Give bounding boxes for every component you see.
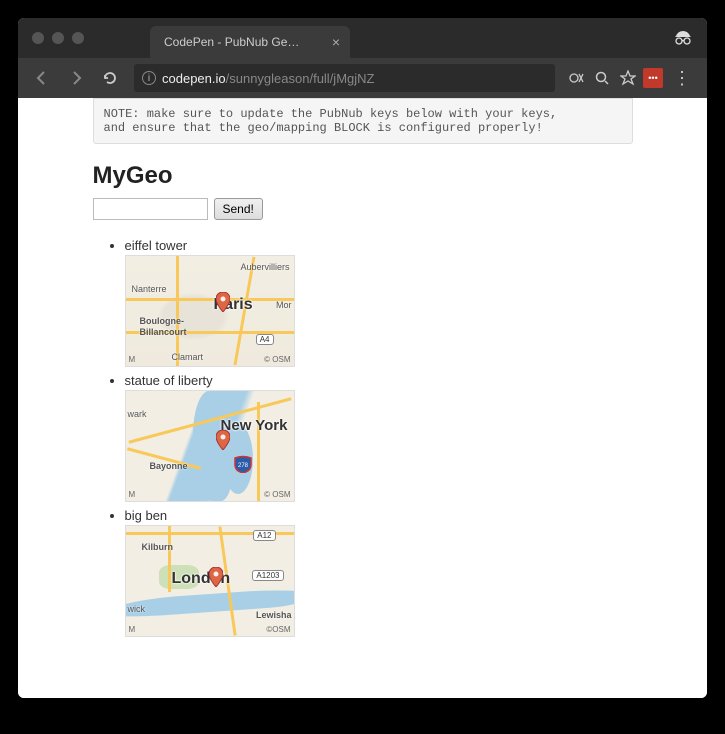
road-shield: A1203 bbox=[252, 570, 283, 581]
bookmark-star-icon[interactable] bbox=[617, 67, 639, 89]
map-place-label: Boulogne- bbox=[140, 316, 185, 326]
result-label: statue of liberty bbox=[125, 373, 633, 388]
geo-input[interactable] bbox=[93, 198, 208, 220]
map-pin-icon bbox=[216, 292, 230, 315]
window-maximize-button[interactable] bbox=[72, 32, 84, 44]
window-close-button[interactable] bbox=[32, 32, 44, 44]
map-thumbnail[interactable]: wark New York Bayonne 278 M © OSM bbox=[125, 390, 295, 502]
page-title: MyGeo bbox=[93, 162, 633, 190]
map-thumbnail[interactable]: Nanterre Aubervilliers Paris Mor Boulogn… bbox=[125, 255, 295, 367]
map-place-label: Mor bbox=[276, 300, 292, 310]
result-label: eiffel tower bbox=[125, 238, 633, 253]
url-path: /sunnygleason/full/jMgjNZ bbox=[226, 71, 375, 86]
map-attribution: ©OSM bbox=[266, 625, 290, 634]
road-shield: 278 bbox=[234, 455, 252, 473]
map-place-label: wark bbox=[128, 409, 147, 419]
translate-icon[interactable] bbox=[565, 67, 587, 89]
map-place-label: Clamart bbox=[172, 352, 204, 362]
browser-window: CodePen - PubNub Geocoding × i codepen.i… bbox=[18, 18, 707, 698]
toolbar: i codepen.io/sunnygleason/full/jMgjNZ ••… bbox=[18, 58, 707, 98]
url-host: codepen.io bbox=[162, 71, 226, 86]
map-place-label: wick bbox=[128, 604, 146, 614]
site-info-icon[interactable]: i bbox=[142, 71, 156, 85]
map-place-label: Billancourt bbox=[140, 327, 187, 337]
results-list: eiffel tower Nanterre Aubervilliers Pari… bbox=[125, 238, 633, 637]
map-place-label: Bayonne bbox=[150, 461, 188, 471]
toolbar-right: ••• ⋮ bbox=[565, 67, 697, 89]
back-button[interactable] bbox=[28, 64, 56, 92]
svg-text:278: 278 bbox=[237, 463, 248, 469]
forward-button[interactable] bbox=[62, 64, 90, 92]
titlebar: CodePen - PubNub Geocoding × bbox=[18, 18, 707, 58]
map-attribution: M bbox=[129, 490, 136, 499]
window-minimize-button[interactable] bbox=[52, 32, 64, 44]
map-place-label: Nanterre bbox=[132, 284, 167, 294]
map-place-label: Aubervilliers bbox=[240, 262, 289, 272]
incognito-icon bbox=[673, 30, 693, 51]
map-place-label: Lewisha bbox=[256, 610, 292, 620]
list-item: statue of liberty wark New York Bayonne … bbox=[125, 373, 633, 502]
address-bar[interactable]: i codepen.io/sunnygleason/full/jMgjNZ bbox=[134, 64, 555, 92]
map-pin-icon bbox=[216, 430, 230, 453]
extension-badge[interactable]: ••• bbox=[643, 68, 663, 88]
input-row: Send! bbox=[93, 198, 633, 220]
road-shield: A4 bbox=[256, 334, 274, 345]
traffic-lights bbox=[32, 32, 84, 44]
browser-tab[interactable]: CodePen - PubNub Geocoding × bbox=[150, 26, 350, 58]
map-pin-icon bbox=[209, 567, 223, 590]
map-thumbnail[interactable]: Kilburn A12 London A1203 wick Lewisha M … bbox=[125, 525, 295, 637]
map-city-label: New York bbox=[221, 417, 288, 434]
reload-button[interactable] bbox=[96, 64, 124, 92]
zoom-icon[interactable] bbox=[591, 67, 613, 89]
result-label: big ben bbox=[125, 508, 633, 523]
list-item: big ben Kilburn A12 London A1203 wick Le… bbox=[125, 508, 633, 637]
tab-title: CodePen - PubNub Geocoding bbox=[164, 35, 302, 49]
map-attribution: © OSM bbox=[264, 355, 290, 364]
map-attribution: M bbox=[129, 355, 136, 364]
menu-button[interactable]: ⋮ bbox=[667, 68, 697, 89]
close-icon[interactable]: × bbox=[332, 34, 340, 50]
map-attribution: M bbox=[129, 625, 136, 634]
map-place-label: Kilburn bbox=[142, 542, 174, 552]
send-button[interactable]: Send! bbox=[214, 198, 263, 220]
road-shield: A12 bbox=[253, 530, 275, 541]
list-item: eiffel tower Nanterre Aubervilliers Pari… bbox=[125, 238, 633, 367]
note-box: NOTE: make sure to update the PubNub key… bbox=[93, 98, 633, 144]
map-attribution: © OSM bbox=[264, 490, 290, 499]
page-content: NOTE: make sure to update the PubNub key… bbox=[18, 98, 707, 698]
